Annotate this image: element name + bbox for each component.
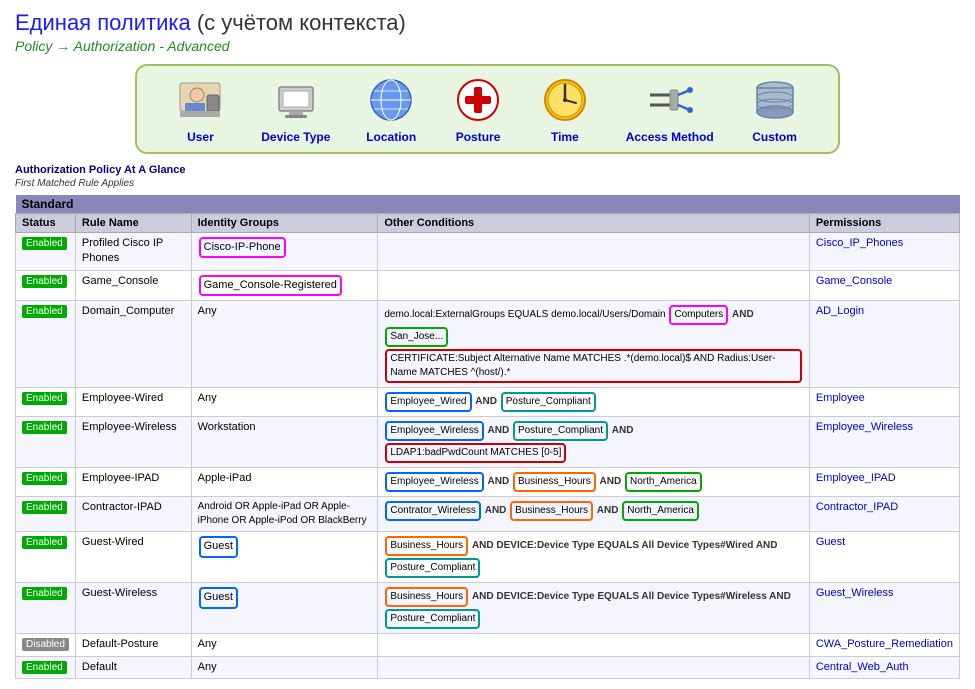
permissions-cell: Guest_Wireless [809,583,959,634]
table-row: Enabled Default Any Central_Web_Auth [16,656,960,678]
permissions-cell: Central_Web_Auth [809,656,959,678]
rulename-cell: Employee-Wired [75,388,191,417]
rulename-cell: Game_Console [75,270,191,300]
conditions-cell [378,270,809,300]
status-cell: Enabled [16,497,76,532]
icon-posture: Posture [452,74,504,144]
identity-cell: Any [191,388,378,417]
icon-location: Location [365,74,417,144]
conditions-cell [378,233,809,271]
section-header-row: Standard [16,195,960,214]
permissions-cell: Cisco_IP_Phones [809,233,959,271]
rulename-cell: Profiled Cisco IP Phones [75,233,191,271]
identity-cell: Workstation [191,417,378,468]
col-rulename: Rule Name [75,214,191,233]
permissions-cell: Employee_Wireless [809,417,959,468]
user-label: User [187,130,214,144]
status-cell: Enabled [16,417,76,468]
first-matched: First Matched Rule Applies [15,178,186,189]
status-cell: Enabled [16,388,76,417]
table-row: Disabled Default-Posture Any CWA_Posture… [16,634,960,656]
conditions-cell [378,634,809,656]
column-header-row: Status Rule Name Identity Groups Other C… [16,214,960,233]
permissions-cell: CWA_Posture_Remediation [809,634,959,656]
rulename-cell: Employee-Wireless [75,417,191,468]
permissions-cell: AD_Login [809,301,959,388]
conditions-cell [378,656,809,678]
status-cell: Disabled [16,634,76,656]
table-row: Enabled Employee-IPAD Apple-iPad Employe… [16,468,960,497]
icon-custom: Custom [749,74,801,144]
icons-bar: User Device Type [135,64,840,154]
table-row: Enabled Guest-Wired Guest Business_Hours… [16,532,960,583]
col-status: Status [16,214,76,233]
identity-cell: Android OR Apple-iPad OR Apple-iPhone OR… [191,497,378,532]
table-row: Enabled Contractor-IPAD Android OR Apple… [16,497,960,532]
device-type-label: Device Type [261,130,330,144]
rulename-cell: Guest-Wireless [75,583,191,634]
rulename-cell: Default-Posture [75,634,191,656]
rulename-cell: Employee-IPAD [75,468,191,497]
icon-time: Time [539,74,591,144]
time-label: Time [551,130,579,144]
status-cell: Enabled [16,233,76,271]
permissions-cell: Employee [809,388,959,417]
identity-cell: Guest [191,532,378,583]
table-row: Enabled Guest-Wireless Guest Business_Ho… [16,583,960,634]
permissions-cell: Guest [809,532,959,583]
icon-device-type: Device Type [261,74,330,144]
rulename-cell: Guest-Wired [75,532,191,583]
posture-label: Posture [456,130,501,144]
rulename-cell: Default [75,656,191,678]
col-permissions: Permissions [809,214,959,233]
table-row: Enabled Domain_Computer Any demo.local:E… [16,301,960,388]
policy-path: Policy → Authorization - Advanced [15,38,960,54]
conditions-cell: Contrator_Wireless AND Business_Hours AN… [378,497,809,532]
status-cell: Enabled [16,270,76,300]
status-cell: Enabled [16,468,76,497]
custom-label: Custom [752,130,797,144]
status-cell: Enabled [16,583,76,634]
page-container: Единая политика (с учётом контекста) Pol… [0,0,975,689]
policy-summary: Authorization Policy At A Glance [15,164,186,176]
identity-cell: Any [191,301,378,388]
icon-user: User [174,74,226,144]
status-cell: Enabled [16,656,76,678]
table-row: Enabled Employee-Wireless Workstation Em… [16,417,960,468]
title-russian: Единая политика [15,10,191,35]
status-cell: Enabled [16,532,76,583]
rulename-cell: Domain_Computer [75,301,191,388]
conditions-cell: Employee_Wireless AND Business_Hours AND… [378,468,809,497]
identity-cell: Guest [191,583,378,634]
icon-access-method: Access Method [626,74,714,144]
conditions-cell: demo.local:ExternalGroups EQUALS demo.lo… [378,301,809,388]
identity-cell: Cisco-IP-Phone [191,233,378,271]
access-method-label: Access Method [626,130,714,144]
policy-table: Standard Status Rule Name Identity Group… [15,195,960,679]
location-label: Location [366,130,416,144]
permissions-cell: Game_Console [809,270,959,300]
identity-cell: Apple-iPad [191,468,378,497]
col-identity: Identity Groups [191,214,378,233]
status-cell: Enabled [16,301,76,388]
permissions-cell: Contractor_IPAD [809,497,959,532]
page-title: Единая политика (с учётом контекста) Pol… [15,10,960,54]
identity-cell: Any [191,634,378,656]
rulename-cell: Contractor-IPAD [75,497,191,532]
section-label: Standard [16,195,960,214]
table-row: Enabled Employee-Wired Any Employee_Wire… [16,388,960,417]
title-subtitle: (с учётом контекста) [191,10,406,35]
table-row: Enabled Profiled Cisco IP Phones Cisco-I… [16,233,960,271]
conditions-cell: Business_Hours AND DEVICE:Device Type EQ… [378,583,809,634]
col-conditions: Other Conditions [378,214,809,233]
table-row: Enabled Game_Console Game_Console-Regist… [16,270,960,300]
identity-cell: Game_Console-Registered [191,270,378,300]
conditions-cell: Employee_Wired AND Posture_Compliant [378,388,809,417]
conditions-cell: Employee_Wireless AND Posture_Compliant … [378,417,809,468]
conditions-cell: Business_Hours AND DEVICE:Device Type EQ… [378,532,809,583]
identity-cell: Any [191,656,378,678]
permissions-cell: Employee_IPAD [809,468,959,497]
